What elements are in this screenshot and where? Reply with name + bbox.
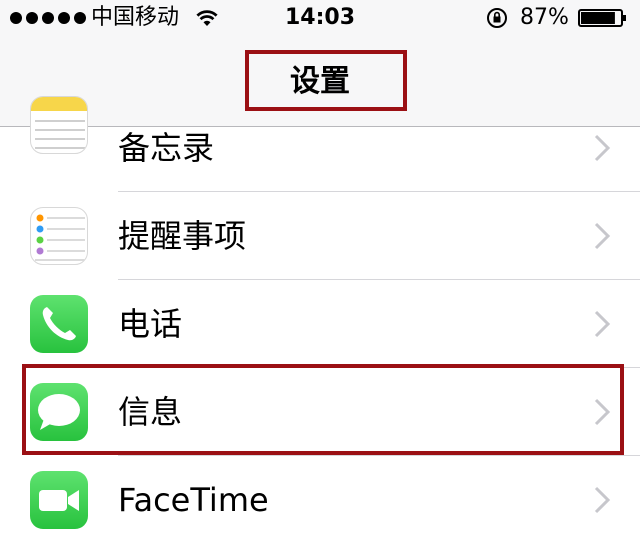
- notes-icon: [30, 96, 88, 154]
- phone-icon: [30, 295, 88, 353]
- settings-row-phone[interactable]: 电话: [0, 280, 640, 368]
- settings-row-label: FaceTime: [118, 481, 269, 519]
- chevron-right-icon: [594, 310, 611, 338]
- facetime-icon: [30, 471, 88, 529]
- battery-icon: [578, 9, 626, 27]
- battery-percent: 87%: [520, 5, 569, 30]
- reminders-icon: [30, 207, 88, 265]
- title-highlight-box: [245, 50, 407, 111]
- rotation-lock-icon: [487, 8, 507, 28]
- settings-row-facetime[interactable]: FaceTime: [0, 456, 640, 544]
- messages-highlight-box: [22, 364, 624, 455]
- chevron-right-icon: [594, 486, 611, 514]
- chevron-right-icon: [594, 222, 611, 250]
- status-bar: 中国移动 14:03 87%: [0, 0, 640, 36]
- settings-row-label: 电话: [118, 305, 183, 343]
- settings-row-notes[interactable]: 备忘录: [0, 96, 640, 192]
- chevron-right-icon: [594, 134, 611, 162]
- settings-row-label: 提醒事项: [118, 217, 247, 255]
- settings-row-label: 备忘录: [118, 129, 215, 167]
- settings-row-reminders[interactable]: 提醒事项: [0, 192, 640, 280]
